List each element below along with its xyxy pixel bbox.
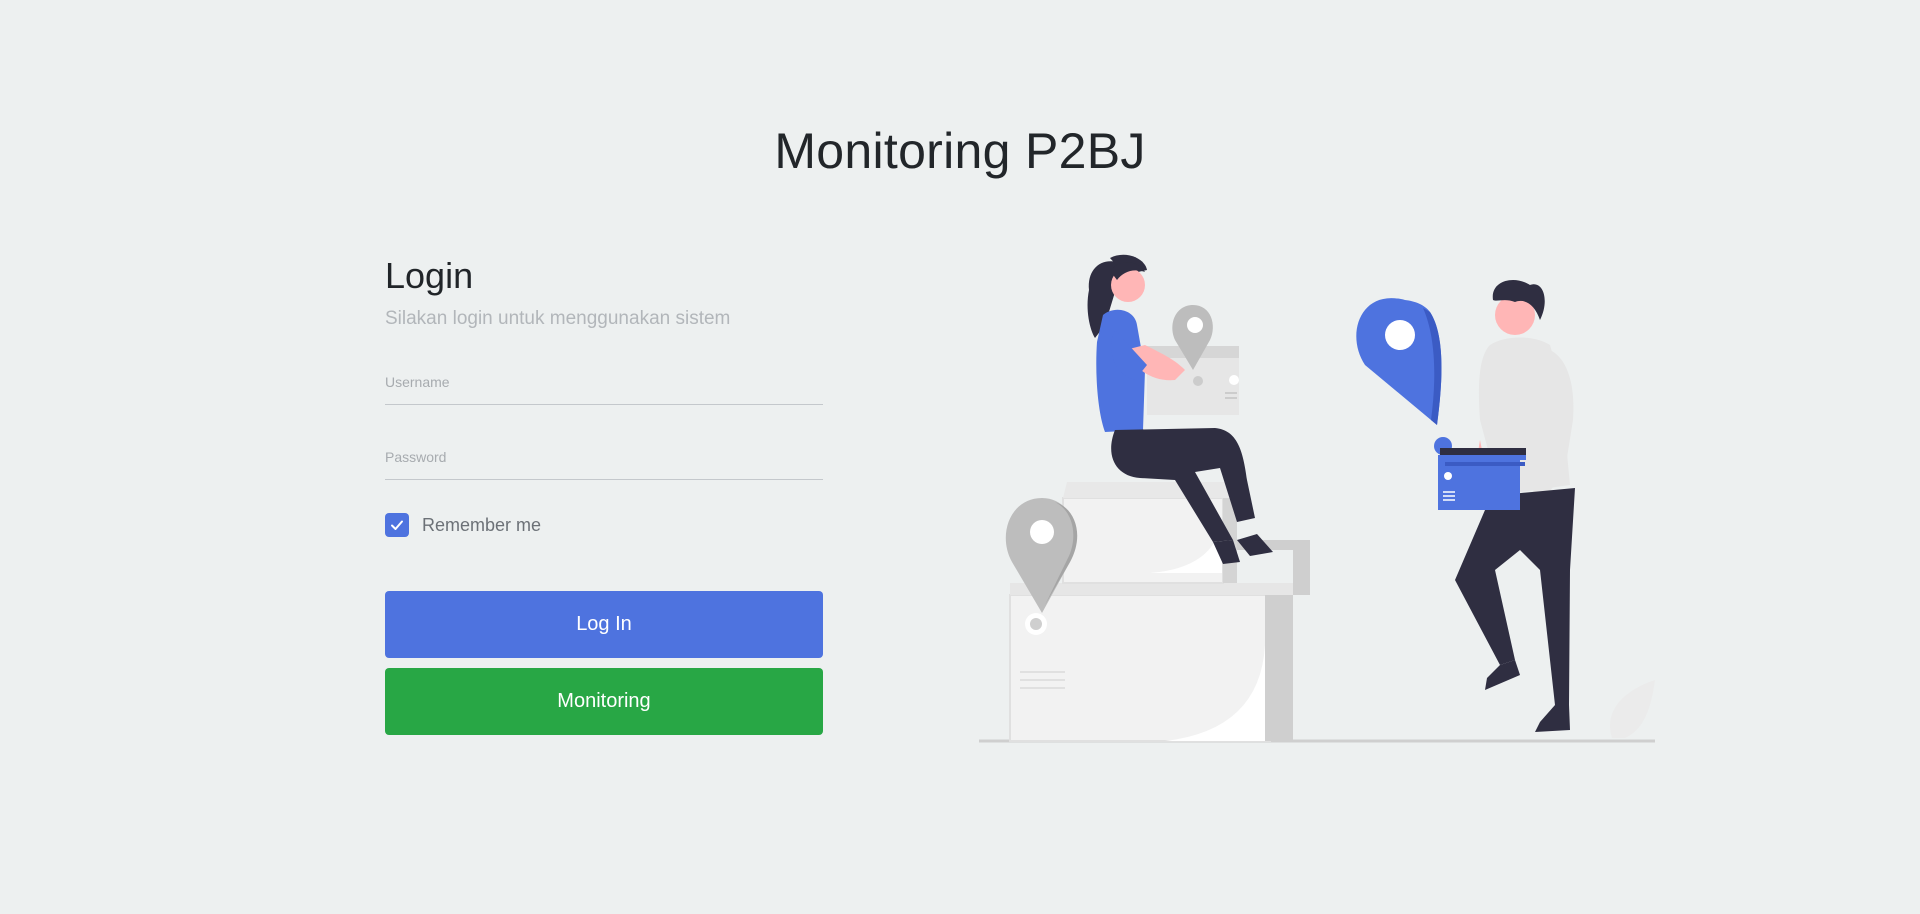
login-heading: Login [385,255,474,296]
man-figure [1438,280,1575,732]
delivery-illustration [979,254,1655,743]
password-input[interactable] [385,443,823,479]
remember-me-row: Remember me [385,512,823,538]
login-button[interactable]: Log In [385,591,823,658]
password-field: Password [385,443,823,480]
leaf-decoration [1609,680,1655,738]
blue-pin-icon [1356,298,1452,455]
login-form: Login Silakan login untuk menggunakan si… [385,252,823,735]
login-subtitle: Silakan login untuk menggunakan sistem [385,308,731,329]
login-page: Monitoring P2BJ Login Silakan login untu… [0,0,1920,914]
app-title: Monitoring P2BJ [774,123,1146,179]
monitoring-button[interactable]: Monitoring [385,668,823,735]
remember-me-label[interactable]: Remember me [422,515,541,536]
large-box [1009,583,1293,742]
remember-me-checkbox[interactable] [385,513,409,537]
username-input[interactable] [385,368,823,404]
check-icon [391,520,403,530]
username-field: Username [385,368,823,405]
medium-box [1062,482,1310,595]
